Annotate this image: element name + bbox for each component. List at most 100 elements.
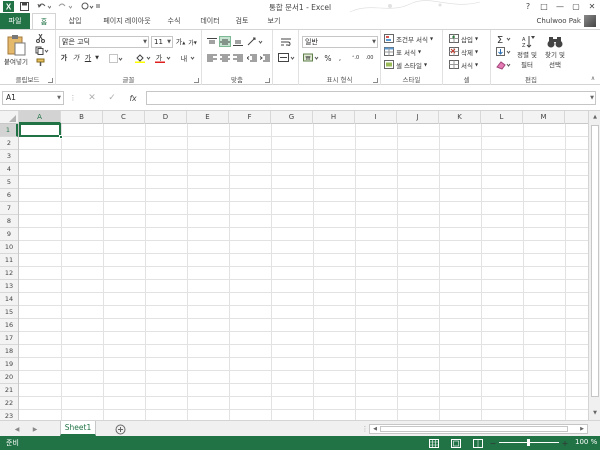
paste-button[interactable]: 붙여넣기 — [2, 33, 30, 67]
bold-button[interactable]: 가 — [59, 52, 69, 64]
column-header[interactable]: I — [355, 111, 397, 124]
fill-handle[interactable] — [59, 135, 63, 139]
clipboard-launcher-icon[interactable] — [48, 78, 53, 83]
row-header[interactable]: 13 — [0, 280, 18, 293]
zoom-level[interactable]: 100 % — [575, 438, 597, 446]
phonetic-guide-icon[interactable]: 내 — [178, 52, 196, 64]
cut-icon[interactable] — [34, 33, 46, 43]
row-header[interactable]: 21 — [0, 384, 18, 397]
scroll-left-icon[interactable]: ◀ — [371, 425, 379, 433]
format-as-table-button[interactable]: 표 서식 ▼ — [384, 46, 421, 57]
tab-formulas[interactable]: 수식 — [162, 13, 186, 29]
font-launcher-icon[interactable] — [194, 78, 199, 83]
collapse-ribbon-icon[interactable]: ∧ — [588, 74, 598, 82]
enter-entry-icon[interactable]: ✓ — [106, 92, 118, 104]
decrease-indent-icon[interactable] — [246, 52, 258, 63]
new-sheet-icon[interactable] — [114, 423, 126, 435]
sheet-next-icon[interactable]: ▶ — [30, 424, 40, 434]
select-all-corner[interactable] — [0, 111, 19, 124]
format-painter-icon[interactable] — [34, 57, 46, 67]
minimize-button[interactable]: — — [552, 0, 568, 13]
delete-cells-button[interactable]: 삭제 ▼ — [449, 46, 478, 57]
column-header[interactable]: F — [229, 111, 271, 124]
row-header[interactable]: 15 — [0, 306, 18, 319]
row-header[interactable]: 19 — [0, 358, 18, 371]
row-header[interactable]: 7 — [0, 202, 18, 215]
scroll-up-icon[interactable]: ▲ — [590, 112, 600, 122]
column-header[interactable]: B — [61, 111, 103, 124]
align-left-icon[interactable] — [206, 52, 218, 63]
ribbon-display-button[interactable]: □ — [536, 0, 552, 13]
merge-center-icon[interactable] — [277, 52, 297, 63]
column-header-partial[interactable] — [565, 111, 588, 124]
underline-button[interactable]: 가 — [83, 52, 93, 64]
row-header[interactable]: 6 — [0, 189, 18, 202]
tab-page-layout[interactable]: 페이지 레이아웃 — [96, 13, 158, 29]
page-break-view-icon[interactable] — [472, 438, 484, 448]
worksheet-grid[interactable]: A B C D E F G H I J K L M 1 2 3 4 5 6 7 … — [0, 111, 588, 420]
align-top-icon[interactable] — [206, 36, 218, 47]
normal-view-icon[interactable] — [428, 438, 440, 448]
vertical-scroll-thumb[interactable] — [591, 125, 599, 397]
accounting-format-icon[interactable]: ₩ — [302, 52, 320, 64]
row-header[interactable]: 5 — [0, 176, 18, 189]
fill-icon[interactable] — [495, 46, 513, 57]
comma-style-icon[interactable]: , — [335, 52, 345, 64]
cancel-entry-icon[interactable]: ✕ — [86, 92, 98, 104]
row-header[interactable]: 11 — [0, 254, 18, 267]
font-color-icon[interactable]: 가 — [154, 52, 172, 64]
align-bottom-icon[interactable] — [232, 36, 244, 47]
sort-filter-button[interactable]: AZ 정렬 및 필터 — [515, 33, 539, 71]
row-header[interactable]: 14 — [0, 293, 18, 306]
tab-split-grip-icon[interactable]: ⋮ — [362, 425, 368, 433]
restore-button[interactable]: ▢ — [568, 0, 584, 13]
scroll-right-icon[interactable]: ▶ — [578, 425, 586, 433]
row-header[interactable]: 1 — [0, 124, 18, 137]
column-header[interactable]: M — [523, 111, 565, 124]
chevron-down-icon[interactable]: ▼ — [94, 52, 100, 64]
column-header[interactable]: L — [481, 111, 523, 124]
horizontal-scroll-thumb[interactable] — [380, 426, 568, 432]
autosum-icon[interactable]: Σ — [495, 33, 513, 44]
font-name-select[interactable]: 맑은 고딕 ▼ — [59, 36, 149, 48]
close-button[interactable]: ✕ — [584, 0, 600, 13]
formula-input[interactable] — [146, 91, 596, 105]
row-header[interactable]: 22 — [0, 397, 18, 410]
column-header[interactable]: C — [103, 111, 145, 124]
wrap-text-icon[interactable] — [279, 36, 293, 47]
row-header[interactable]: 2 — [0, 137, 18, 150]
align-center-icon[interactable] — [219, 52, 231, 63]
alignment-launcher-icon[interactable] — [265, 78, 270, 83]
tab-review[interactable]: 검토 — [230, 13, 254, 29]
row-header[interactable]: 12 — [0, 267, 18, 280]
horizontal-scrollbar[interactable]: ◀ ▶ — [369, 424, 588, 434]
percent-style-icon[interactable]: % — [323, 52, 333, 64]
tab-insert[interactable]: 삽입 — [62, 13, 88, 29]
sheet-prev-icon[interactable]: ◀ — [12, 424, 22, 434]
zoom-in-icon[interactable]: + — [561, 438, 569, 448]
shrink-font-icon[interactable]: 가▼ — [187, 36, 198, 48]
align-right-icon[interactable] — [232, 52, 244, 63]
find-select-button[interactable]: 찾기 및 선택 — [541, 33, 569, 71]
tab-home[interactable]: 홈 — [32, 13, 56, 30]
align-middle-icon[interactable] — [219, 36, 231, 47]
row-header[interactable]: 18 — [0, 345, 18, 358]
tab-view[interactable]: 보기 — [262, 13, 286, 29]
column-header[interactable]: H — [313, 111, 355, 124]
user-account[interactable]: Chulwoo Pak — [537, 14, 596, 28]
format-cells-button[interactable]: 서식 ▼ — [449, 59, 478, 70]
column-header[interactable]: D — [145, 111, 187, 124]
number-format-select[interactable]: 일반 ▼ — [302, 36, 378, 48]
selected-cell-a1[interactable] — [19, 123, 61, 137]
row-header[interactable]: 20 — [0, 371, 18, 384]
increase-decimal-icon[interactable]: ⁺.0 — [349, 52, 362, 64]
column-header[interactable]: E — [187, 111, 229, 124]
increase-indent-icon[interactable] — [259, 52, 271, 63]
insert-cells-button[interactable]: 삽입 ▼ — [449, 33, 478, 44]
number-launcher-icon[interactable] — [373, 78, 378, 83]
page-layout-view-icon[interactable] — [450, 438, 462, 448]
tab-data[interactable]: 데이터 — [194, 13, 226, 29]
fill-color-icon[interactable] — [134, 52, 152, 64]
zoom-slider-thumb[interactable] — [527, 439, 530, 446]
zoom-out-icon[interactable]: − — [489, 438, 497, 448]
